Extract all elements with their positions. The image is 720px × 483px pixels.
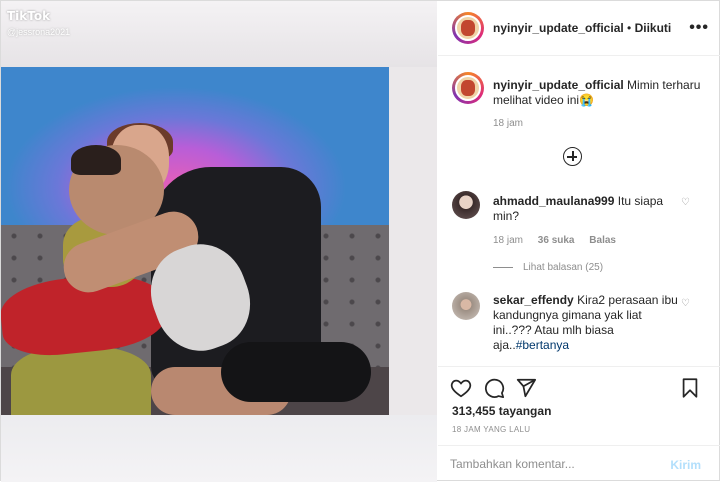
commenter-avatar[interactable] [452,191,480,219]
caption-username[interactable]: nyinyir_update_official [493,78,624,92]
comment-text: sekar_effendy Kira2 perasaan ibu kandung… [493,293,678,353]
tiktok-watermark-logo: TikTok [7,9,51,23]
view-replies[interactable]: Lihat balasan (25) [493,262,603,273]
add-comment-row: Kirim [438,445,720,483]
post-sidebar: nyinyir_update_official • Diikuti ••• ny… [438,1,720,482]
header-text: nyinyir_update_official • Diikuti [493,21,671,35]
caption-text: nyinyir_update_official Mimin terharu me… [493,78,703,108]
instagram-post: TikTok @jessrona2021 nyinyir_update_offi… [0,0,720,482]
post-actions: 313,455 tayangan 18 JAM YANG LALU Kirim [438,366,720,482]
author-avatar[interactable] [452,12,484,44]
caption-time[interactable]: 18 jam [493,118,523,129]
comment-heart-icon[interactable]: ♡ [681,298,691,309]
post-header: nyinyir_update_official • Diikuti ••• [438,1,720,56]
video-frame [1,67,389,415]
skirt [11,347,151,415]
commenter-username[interactable]: sekar_effendy [493,293,574,307]
comment-meta: 18 jam 36 suka Balas [493,235,628,246]
man-hair [71,145,121,175]
comment-text: ahmadd_maulana999 Itu siapa min? [493,194,678,224]
video-top-band: TikTok @jessrona2021 [1,1,437,67]
tiktok-watermark-handle: @jessrona2021 [7,27,71,37]
add-comment-input[interactable] [450,457,660,471]
caption-avatar[interactable] [452,72,484,104]
avatar-image [461,80,475,96]
post-timestamp[interactable]: 18 JAM YANG LALU [452,425,530,434]
reply-button[interactable]: Balas [589,235,616,246]
header-separator: • [627,21,632,35]
plus-circle-icon[interactable] [563,147,582,166]
comment-icon[interactable] [483,377,505,399]
shorts [221,342,371,402]
author-username[interactable]: nyinyir_update_official [493,21,624,35]
replies-divider [493,266,513,268]
comment-time[interactable]: 18 jam [493,235,523,246]
heart-icon[interactable] [450,377,472,399]
post-comment-button[interactable]: Kirim [670,458,701,472]
post-video[interactable]: TikTok @jessrona2021 [1,1,437,482]
comment-heart-icon[interactable]: ♡ [681,197,691,208]
commenter-username[interactable]: ahmadd_maulana999 [493,194,614,208]
follow-status[interactable]: Diikuti [635,21,672,35]
view-count[interactable]: 313,455 tayangan [452,404,551,418]
bookmark-icon[interactable] [679,377,701,399]
view-replies-label[interactable]: Lihat balasan (25) [523,262,603,273]
avatar-image [461,20,475,36]
comment-hashtag[interactable]: #bertanya [516,338,569,352]
commenter-avatar[interactable] [452,292,480,320]
paper-plane-icon[interactable] [515,377,537,399]
comment-likes[interactable]: 36 suka [538,235,575,246]
more-horizontal-icon[interactable]: ••• [689,19,709,37]
video-bottom-band [1,415,437,482]
comments-section: nyinyir_update_official Mimin terharu me… [438,56,720,366]
